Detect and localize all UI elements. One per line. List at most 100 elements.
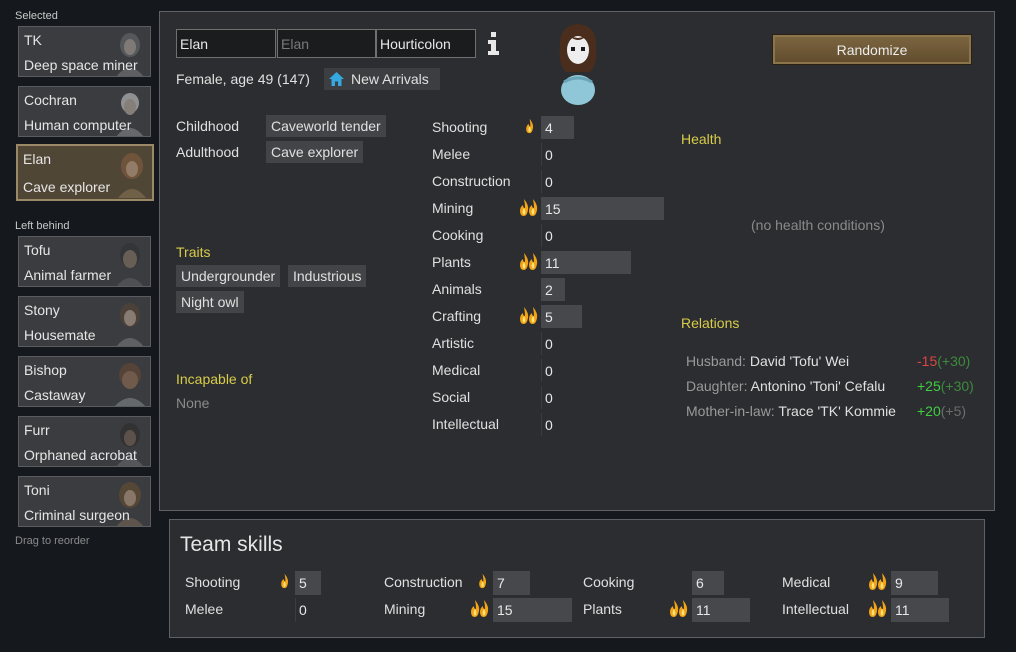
skill-level: 0	[545, 147, 553, 163]
team-skill-level: 5	[299, 575, 307, 591]
gender-age: Female, age 49 (147)	[176, 71, 310, 87]
health-empty-text: (no health conditions)	[751, 217, 885, 233]
pawn-avatar	[559, 24, 597, 105]
drag-hint: Drag to reorder	[15, 535, 90, 547]
faction-name: New Arrivals	[351, 71, 429, 87]
opinion-base: (+30)	[940, 378, 974, 394]
relations-heading: Relations	[681, 315, 740, 331]
relation-row[interactable]: Husband: David 'Tofu' Wei	[686, 353, 849, 369]
team-skill-name: Shooting	[185, 574, 241, 590]
pawn-name: Stony	[24, 302, 60, 318]
trait-chip[interactable]: Night owl	[176, 291, 244, 313]
pawn-title: Animal farmer	[24, 267, 112, 283]
skill-name: Shooting	[432, 119, 488, 135]
minor-passion-icon	[281, 573, 289, 589]
team-skill-level: 9	[895, 575, 903, 591]
pawn-portrait-icon	[116, 243, 144, 286]
faction-badge[interactable]: New Arrivals	[324, 68, 440, 90]
relation-opinion: +20(+5)	[917, 403, 966, 419]
opinion-base: (+30)	[937, 353, 971, 369]
skill-level: 2	[545, 282, 553, 298]
team-skill-name: Intellectual	[782, 601, 849, 617]
adulthood-backstory[interactable]: Cave explorer	[266, 141, 364, 163]
team-skill-name: Mining	[384, 601, 426, 617]
skill-level: 0	[545, 363, 553, 379]
relation-row[interactable]: Mother-in-law: Trace 'TK' Kommie	[686, 403, 896, 419]
pawn-portrait-icon	[115, 363, 145, 406]
randomize-button[interactable]: Randomize	[772, 34, 972, 65]
trait-chip[interactable]: Undergrounder	[176, 265, 281, 287]
skill-bar	[541, 170, 542, 193]
relation-type: Daughter:	[686, 378, 748, 394]
pawn-card-tk[interactable]: TK Deep space miner	[18, 26, 151, 77]
relation-name: Trace 'TK' Kommie	[778, 403, 896, 419]
pawn-card-furr[interactable]: Furr Orphaned acrobat	[18, 416, 151, 467]
pawn-card-bishop[interactable]: Bishop Castaway	[18, 356, 151, 407]
pawn-card-cochran[interactable]: Cochran Human computer	[18, 86, 151, 137]
pawn-card-stony[interactable]: Stony Housemate	[18, 296, 151, 347]
skill-level: 4	[545, 120, 553, 136]
home-icon	[329, 72, 344, 86]
last-name-field[interactable]	[376, 29, 476, 58]
team-skill-level: 11	[696, 602, 711, 618]
skill-level: 0	[545, 336, 553, 352]
team-skill-name: Construction	[384, 574, 463, 590]
pawn-name: TK	[24, 32, 42, 48]
first-name-field[interactable]	[176, 29, 276, 58]
incapable-value: None	[176, 395, 210, 411]
opinion-value: +25	[917, 378, 941, 394]
major-passion-icon	[869, 573, 887, 590]
major-passion-icon	[520, 307, 538, 324]
pawn-name: Elan	[23, 151, 52, 167]
pawn-card-toni[interactable]: Toni Criminal surgeon	[18, 476, 151, 527]
pawn-portrait-icon	[116, 303, 144, 346]
pawn-name: Furr	[24, 422, 50, 438]
incapable-heading: Incapable of	[176, 371, 253, 387]
skill-name: Social	[432, 389, 471, 405]
team-skills-panel: Team skills Shooting 5 Melee 0 Construction 7…	[169, 519, 985, 638]
pawn-title: Orphaned acrobat	[24, 447, 137, 463]
traits-heading: Traits	[176, 244, 211, 260]
skill-name: Mining	[432, 200, 474, 216]
skill-name: Construction	[432, 173, 511, 189]
pawn-name: Tofu	[24, 242, 51, 258]
team-skill-bar	[295, 598, 296, 622]
major-passion-icon	[471, 600, 489, 617]
team-skill-name: Melee	[185, 601, 224, 617]
team-skill-level: 7	[497, 575, 505, 591]
major-passion-icon	[520, 199, 538, 216]
childhood-backstory[interactable]: Caveworld tender	[266, 115, 386, 137]
pawn-portrait-icon	[118, 153, 146, 198]
nickname-field[interactable]	[277, 29, 376, 58]
relation-row[interactable]: Daughter: Antonino 'Toni' Cefalu	[686, 378, 885, 394]
skill-name: Cooking	[432, 227, 484, 243]
trait-chip[interactable]: Industrious	[288, 265, 367, 287]
team-skill-name: Plants	[583, 601, 622, 617]
team-skill-name: Medical	[782, 574, 831, 590]
skill-bar	[541, 413, 542, 436]
adulthood-label: Adulthood	[176, 144, 240, 160]
skill-level: 15	[545, 201, 561, 217]
relation-type: Husband:	[686, 353, 746, 369]
skill-bar	[541, 332, 542, 355]
skill-bar	[541, 386, 542, 409]
minor-passion-icon	[526, 118, 534, 134]
minor-passion-icon	[479, 573, 487, 589]
pawn-card-elan[interactable]: Elan Cave explorer	[16, 144, 154, 201]
pawn-name: Toni	[24, 482, 50, 498]
skill-bar	[541, 143, 542, 166]
skill-level: 0	[545, 390, 553, 406]
info-icon[interactable]	[485, 30, 501, 56]
team-skills-title: Team skills	[180, 533, 283, 556]
pawn-title: Cave explorer	[23, 179, 111, 195]
opinion-value: -15	[917, 353, 938, 369]
pawn-title: Castaway	[24, 387, 86, 403]
skill-level: 0	[545, 417, 553, 433]
left-behind-heading: Left behind	[15, 220, 70, 232]
skill-bar	[541, 359, 542, 382]
team-skill-level: 11	[895, 602, 910, 618]
team-skill-name: Cooking	[583, 574, 635, 590]
health-heading: Health	[681, 131, 722, 147]
skill-name: Animals	[432, 281, 482, 297]
pawn-card-tofu[interactable]: Tofu Animal farmer	[18, 236, 151, 287]
